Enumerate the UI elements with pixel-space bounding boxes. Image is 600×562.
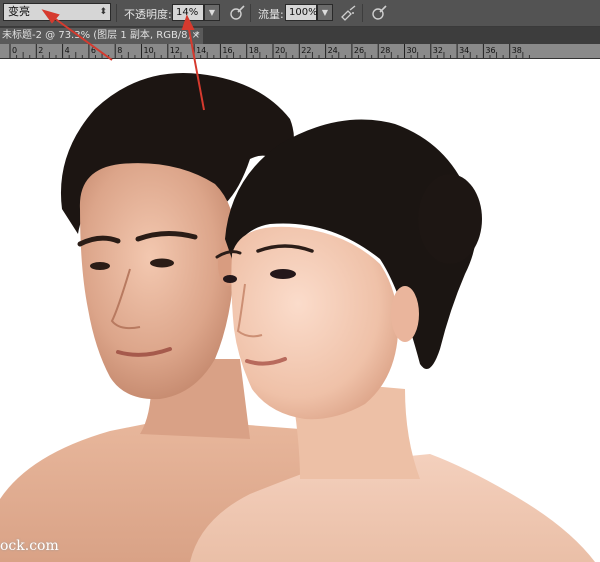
ruler-tick-label: 24 <box>328 46 338 55</box>
options-bar: 变亮 ⬍ 不透明度: 14% ▼ 流量: 100% ▼ <box>0 0 600 27</box>
ruler-tick-label: 10 <box>144 46 154 55</box>
blend-mode-select[interactable]: 变亮 ⬍ <box>3 3 111 21</box>
ruler-tick-label: 4 <box>65 46 70 55</box>
ruler-tick-label: 26 <box>354 46 364 55</box>
photo-image <box>0 73 595 562</box>
ruler-tick-label: 38 <box>512 46 522 55</box>
opacity-label: 不透明度: <box>124 8 172 21</box>
ruler-tick-label: 8 <box>117 46 122 55</box>
ruler-tick-label: 20 <box>275 46 285 55</box>
flow-label: 流量: <box>258 8 284 21</box>
ruler-tick-label: 28 <box>380 46 390 55</box>
ruler-tick-label: 30 <box>407 46 417 55</box>
ruler-tick-label: 36 <box>485 46 495 55</box>
divider <box>250 4 251 22</box>
ruler-tick-label: 22 <box>301 46 311 55</box>
flow-dropdown-button[interactable]: ▼ <box>317 4 333 21</box>
ruler-tick-label: 14 <box>196 46 206 55</box>
ruler-tick-label: 32 <box>433 46 443 55</box>
ruler-tick-label: 18 <box>249 46 259 55</box>
opacity-dropdown-button[interactable]: ▼ <box>204 4 220 21</box>
document-tab[interactable]: 未标题-2 @ 73.3% (图层 1 副本, RGB/8) * × <box>0 28 203 44</box>
watermark-text: ock.com <box>0 538 59 554</box>
horizontal-ruler: 0 2 4 6 8 10 12 14 16 18 20 22 24 26 28 30 32 34 36 38 <box>0 44 600 59</box>
airbrush-icon[interactable] <box>339 4 357 22</box>
divider <box>362 4 363 22</box>
ruler-tick-label: 0 <box>12 46 17 55</box>
blend-mode-value: 变亮 <box>8 5 30 18</box>
pressure-opacity-icon[interactable] <box>228 4 246 22</box>
ruler-tick-label: 12 <box>170 46 180 55</box>
select-arrows-icon: ⬍ <box>99 7 107 17</box>
ruler-tick-label: 16 <box>222 46 232 55</box>
opacity-field[interactable]: 14% <box>172 4 204 21</box>
ruler-tick-label: 34 <box>459 46 469 55</box>
close-tab-icon[interactable]: × <box>192 28 200 44</box>
ruler-ticks: 0 2 4 6 8 10 12 14 16 18 20 22 24 26 28 30 32 34 36 38 <box>9 44 530 58</box>
document-canvas[interactable]: ock.com <box>0 59 600 562</box>
ruler-tick-label: 6 <box>91 46 96 55</box>
pressure-size-icon[interactable] <box>370 4 388 22</box>
document-tab-bar: 未标题-2 @ 73.3% (图层 1 副本, RGB/8) * × <box>0 27 600 44</box>
document-title: 未标题-2 @ 73.3% (图层 1 副本, RGB/8) * <box>2 30 200 41</box>
flow-field[interactable]: 100% <box>285 4 318 21</box>
ruler-tick-label: 2 <box>38 46 43 55</box>
divider <box>116 4 117 22</box>
